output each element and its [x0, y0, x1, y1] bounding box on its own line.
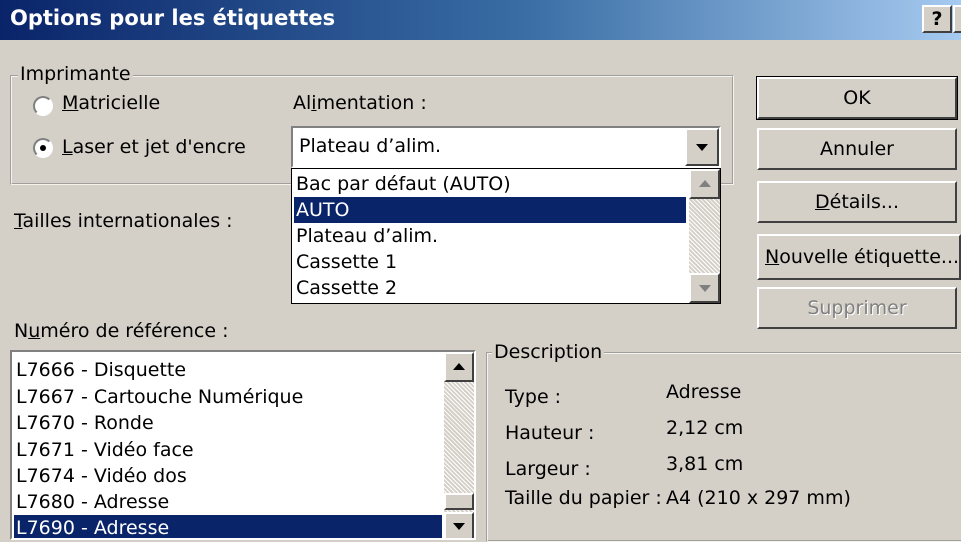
list-item[interactable]: Cassette 1 — [294, 249, 686, 275]
list-item[interactable]: L7666 - Disquette — [14, 357, 442, 383]
feed-dropdown-list[interactable]: Bac par défaut (AUTO) AUTO Plateau d’ali… — [291, 168, 721, 304]
sizes-label: Tailles internationales : — [14, 210, 233, 232]
reference-label: Numéro de référence : — [14, 320, 229, 342]
width-value: 3,81 cm — [666, 453, 744, 475]
list-item[interactable]: L7680 - Adresse — [14, 489, 442, 515]
list-item[interactable]: L7674 - Vidéo dos — [14, 463, 442, 489]
list-item[interactable]: Plateau d’alim. — [294, 223, 686, 249]
list-item[interactable]: Cassette 2 — [294, 275, 686, 301]
title-bar: Options pour les étiquettes ? — [0, 0, 961, 40]
printer-group-label: Imprimante — [18, 63, 133, 85]
cancel-button[interactable]: Annuler — [757, 128, 957, 170]
details-button[interactable]: Détails... — [757, 181, 957, 223]
reference-listbox[interactable]: L7666 - Disquette L7667 - Cartouche Numé… — [10, 350, 476, 540]
feed-dropdown-button[interactable] — [685, 128, 719, 166]
paper-label: Taille du papier : — [505, 487, 662, 509]
paper-value: A4 (210 x 297 mm) — [666, 487, 851, 509]
radio-laser-label[interactable]: Laser et jet d'encre — [62, 136, 246, 158]
chevron-up-icon — [698, 180, 711, 187]
new-label-button[interactable]: Nouvelle étiquette... — [757, 234, 961, 280]
ok-button[interactable]: OK — [756, 76, 958, 120]
feed-combobox[interactable]: Plateau d’alim. — [291, 126, 721, 168]
list-item-selected[interactable]: AUTO — [294, 197, 686, 223]
width-label: Largeur : — [505, 458, 591, 480]
radio-selected-dot — [40, 145, 46, 151]
help-button[interactable]: ? — [922, 5, 952, 33]
radio-matrix-label[interactable]: Matricielle — [62, 92, 160, 114]
type-value: Adresse — [666, 381, 742, 403]
list-item-selected[interactable]: L7690 - Adresse — [14, 515, 442, 538]
dropdown-scroll-up[interactable] — [689, 169, 720, 199]
type-label: Type : — [505, 386, 562, 408]
list-item[interactable]: L7667 - Cartouche Numérique — [14, 384, 442, 410]
chevron-down-icon — [696, 144, 708, 151]
radio-laser[interactable] — [33, 138, 53, 158]
height-value: 2,12 cm — [666, 417, 744, 439]
feed-value: Plateau d’alim. — [299, 135, 442, 157]
chevron-down-icon — [453, 523, 465, 530]
list-item[interactable]: L7671 - Vidéo face — [14, 437, 442, 463]
dropdown-scroll-down[interactable] — [689, 273, 720, 303]
reference-scroll-thumb[interactable] — [444, 493, 474, 510]
delete-button[interactable]: Supprimer — [757, 287, 957, 329]
chevron-up-icon — [453, 363, 465, 370]
reference-scroll-up[interactable] — [444, 352, 474, 382]
window-title: Options pour les étiquettes — [10, 6, 336, 30]
chevron-down-icon — [698, 285, 711, 292]
list-item[interactable]: L7670 - Ronde — [14, 410, 442, 436]
description-group-label: Description — [492, 341, 605, 363]
list-item[interactable]: Bac par défaut (AUTO) — [294, 171, 686, 197]
height-label: Hauteur : — [505, 422, 595, 444]
close-button-partial[interactable] — [953, 5, 961, 33]
radio-matrix[interactable] — [33, 96, 53, 116]
feed-label: Alimentation : — [293, 92, 427, 114]
